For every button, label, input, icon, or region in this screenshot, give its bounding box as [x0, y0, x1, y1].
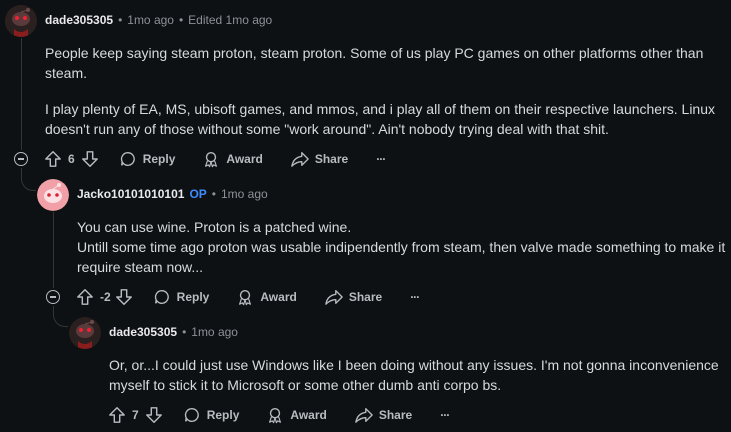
separator: • — [118, 13, 123, 27]
timestamp[interactable]: 1mo ago — [191, 325, 238, 339]
snoo-avatar-icon — [5, 5, 37, 37]
share-icon — [325, 290, 343, 305]
downvote-icon — [145, 407, 162, 423]
downvote-button[interactable] — [145, 406, 163, 424]
vote-score: 6 — [68, 152, 75, 166]
comment-icon — [120, 152, 135, 166]
separator: • — [211, 187, 216, 201]
separator: • — [182, 325, 187, 339]
separator: • — [178, 13, 184, 27]
timestamp[interactable]: 1mo ago — [221, 187, 268, 201]
comment-line: You can use wine. Proton is a patched wi… — [77, 219, 352, 235]
award-button[interactable]: Award — [266, 406, 327, 424]
vote-score: -2 — [100, 290, 111, 304]
timestamp[interactable]: 1mo ago — [127, 13, 174, 27]
more-options-button[interactable]: ··· — [410, 290, 420, 304]
comment-actions: 7 Reply Award Share ··· — [108, 403, 450, 427]
award-icon — [269, 408, 282, 424]
comment-body: People keep saying steam proton, steam p… — [45, 43, 715, 139]
more-options-button[interactable]: ··· — [440, 408, 450, 422]
award-label: Award — [226, 152, 263, 166]
upvote-icon — [109, 407, 125, 423]
thread-elbow-1 — [21, 168, 36, 191]
reply-button[interactable]: Reply — [119, 150, 176, 168]
comment-paragraph: I play plenty of EA, MS, ubisoft games, … — [45, 101, 716, 137]
award-label: Award — [290, 408, 327, 422]
share-label: Share — [348, 290, 383, 304]
comment-body: You can use wine. Proton is a patched wi… — [77, 217, 727, 277]
edited-label: Edited 1mo ago — [188, 13, 273, 27]
reply-label: Reply — [176, 290, 210, 304]
username[interactable]: dade305305 — [109, 325, 177, 339]
upvote-button[interactable] — [76, 288, 94, 306]
snoo-avatar-icon — [69, 317, 101, 349]
more-options-button[interactable]: ··· — [376, 152, 386, 166]
comment-meta: dade305305 • 1mo ago — [109, 325, 238, 339]
comment-paragraph: People keep saying steam proton, steam p… — [45, 45, 704, 81]
downvote-icon — [81, 151, 98, 167]
comment-paragraph: Or, or...I could just use Windows like I… — [109, 357, 719, 393]
award-icon — [205, 152, 218, 168]
op-badge: OP — [189, 187, 207, 201]
vote-score: 7 — [132, 408, 139, 422]
share-label: Share — [378, 408, 413, 422]
award-icon — [239, 290, 252, 306]
award-button[interactable]: Award — [236, 288, 297, 306]
downvote-button[interactable] — [115, 288, 133, 306]
reply-button[interactable]: Reply — [183, 406, 240, 424]
award-label: Award — [260, 290, 297, 304]
thread-elbow-2 — [53, 306, 68, 327]
comment-icon — [184, 408, 199, 422]
comment-actions: -2 Reply Award Share ··· — [76, 285, 420, 309]
thread-line-root — [21, 38, 22, 150]
share-label: Share — [314, 152, 349, 166]
share-button[interactable]: Share — [355, 406, 412, 424]
reply-label: Reply — [142, 152, 176, 166]
downvote-icon — [115, 289, 132, 305]
share-icon — [291, 152, 309, 167]
comment-icon — [154, 290, 169, 304]
upvote-button[interactable] — [108, 406, 126, 424]
comment-meta: Jacko10101010101 OP • 1mo ago — [77, 187, 268, 201]
username[interactable]: dade305305 — [45, 13, 113, 27]
upvote-icon — [77, 289, 93, 305]
avatar[interactable] — [37, 179, 69, 211]
reply-button[interactable]: Reply — [153, 288, 210, 306]
downvote-button[interactable] — [81, 150, 99, 168]
username[interactable]: Jacko10101010101 — [77, 187, 184, 201]
comment-meta: dade305305 • 1mo ago • Edited 1mo ago — [45, 13, 272, 27]
share-button[interactable]: Share — [325, 288, 382, 306]
avatar[interactable] — [69, 317, 101, 349]
reply-label: Reply — [206, 408, 240, 422]
avatar[interactable] — [5, 5, 37, 37]
upvote-button[interactable] — [44, 150, 62, 168]
thread-line-reply — [53, 212, 54, 288]
collapse-thread-button[interactable] — [46, 290, 60, 304]
award-button[interactable]: Award — [202, 150, 263, 168]
collapse-thread-button[interactable] — [14, 152, 28, 166]
share-icon — [355, 408, 373, 423]
share-button[interactable]: Share — [291, 150, 348, 168]
comment-line: Untill some time ago proton was usable i… — [77, 239, 726, 275]
upvote-icon — [45, 151, 61, 167]
comment-body: Or, or...I could just use Windows like I… — [109, 355, 724, 395]
comment-actions: 6 Reply Award Share ··· — [44, 147, 386, 171]
snoo-avatar-icon — [37, 179, 69, 211]
